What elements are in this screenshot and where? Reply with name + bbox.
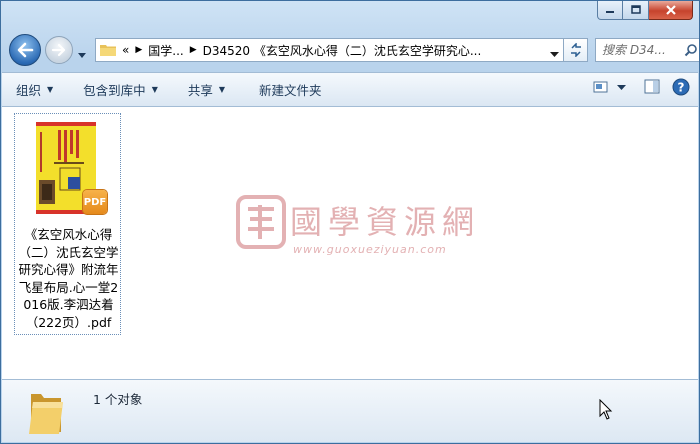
search-box[interactable]: [595, 38, 699, 62]
share-label: 共享: [187, 83, 213, 98]
folder-icon: [29, 394, 63, 434]
view-controls: ?: [583, 78, 690, 96]
search-input[interactable]: [602, 43, 682, 57]
command-bar: 组织 ▼ 包含到库中 ▼ 共享 ▼ 新建文件夹 ?: [2, 72, 698, 107]
watermark-url: www.guoxueziyuan.com: [293, 243, 447, 256]
maximize-button[interactable]: [623, 1, 649, 20]
recent-pages-button[interactable]: [77, 45, 87, 64]
close-icon: [665, 5, 676, 15]
preview-pane-icon: [644, 79, 660, 94]
chevron-down-icon: [550, 52, 559, 57]
folder-icon: [100, 45, 116, 56]
organize-label: 组织: [16, 83, 42, 98]
close-button[interactable]: [649, 1, 693, 20]
pdf-badge-icon: PDF: [83, 190, 107, 214]
back-button[interactable]: [9, 34, 41, 66]
change-view-button[interactable]: [593, 80, 626, 94]
breadcrumb-separator-icon[interactable]: ▶: [190, 45, 197, 55]
svg-text:?: ?: [678, 81, 685, 95]
share-button[interactable]: 共享 ▼: [180, 78, 233, 102]
organize-button[interactable]: 组织 ▼: [8, 78, 61, 102]
details-pane: 1 个对象: [2, 379, 698, 442]
breadcrumb-separator-icon[interactable]: ▶: [135, 45, 142, 55]
caption-buttons: [597, 1, 693, 21]
maximize-icon: [630, 5, 641, 14]
help-button[interactable]: ?: [672, 78, 690, 96]
minimize-button[interactable]: [597, 1, 623, 20]
chevron-down-icon: [617, 84, 626, 90]
minimize-icon: [606, 11, 614, 13]
watermark: 國學資源網 www.guoxueziyuan.com: [236, 189, 496, 259]
arrow-right-icon: [51, 43, 66, 57]
file-item-pdf[interactable]: PDF 《玄空风水心得（二）沈氏玄空学研究心得》附流年飞星布局.心一堂2016版…: [14, 113, 121, 335]
watermark-title: 國學資源網: [290, 203, 481, 241]
breadcrumb-item-guoxue[interactable]: 国学...: [148, 42, 183, 59]
mouse-cursor-icon: [599, 399, 613, 420]
chevron-down-icon: ▼: [151, 85, 158, 94]
help-icon: ?: [672, 78, 690, 96]
chevron-down-icon: ▼: [47, 85, 54, 94]
preview-pane-button[interactable]: [644, 79, 660, 95]
arrow-left-icon: [17, 42, 34, 58]
breadcrumb-item-current[interactable]: D34520 《玄空风水心得（二）沈氏玄空学研究心...: [203, 42, 482, 59]
status-text: 1 个对象: [93, 392, 143, 407]
view-icon: [593, 81, 608, 93]
include-library-label: 包含到库中: [83, 83, 146, 98]
refresh-button[interactable]: [564, 38, 588, 62]
new-folder-button[interactable]: 新建文件夹: [251, 78, 330, 102]
refresh-icon: [570, 43, 581, 57]
watermark-logo-icon: [236, 195, 286, 249]
explorer-window: « ▶ 国学... ▶ D34520 《玄空风水心得（二）沈氏玄空学研究心...…: [0, 0, 700, 444]
address-dropdown-button[interactable]: [550, 47, 559, 61]
file-list-view[interactable]: PDF 《玄空风水心得（二）沈氏玄空学研究心得》附流年飞星布局.心一堂2016版…: [2, 107, 698, 379]
forward-button[interactable]: [45, 36, 73, 64]
include-library-button[interactable]: 包含到库中 ▼: [75, 78, 166, 102]
chevron-down-icon: [78, 53, 86, 58]
new-folder-label: 新建文件夹: [259, 83, 322, 98]
address-bar[interactable]: « ▶ 国学... ▶ D34520 《玄空风水心得（二）沈氏玄空学研究心...: [95, 38, 564, 62]
chevron-down-icon: ▼: [218, 85, 226, 94]
address-overflow[interactable]: «: [122, 43, 129, 57]
search-icon[interactable]: [684, 43, 698, 57]
navigation-row: « ▶ 国学... ▶ D34520 《玄空风水心得（二）沈氏玄空学研究心...: [9, 34, 699, 66]
file-name-label: 《玄空风水心得（二）沈氏玄空学研究心得》附流年飞星布局.心一堂2016版.李泗达…: [18, 227, 119, 330]
